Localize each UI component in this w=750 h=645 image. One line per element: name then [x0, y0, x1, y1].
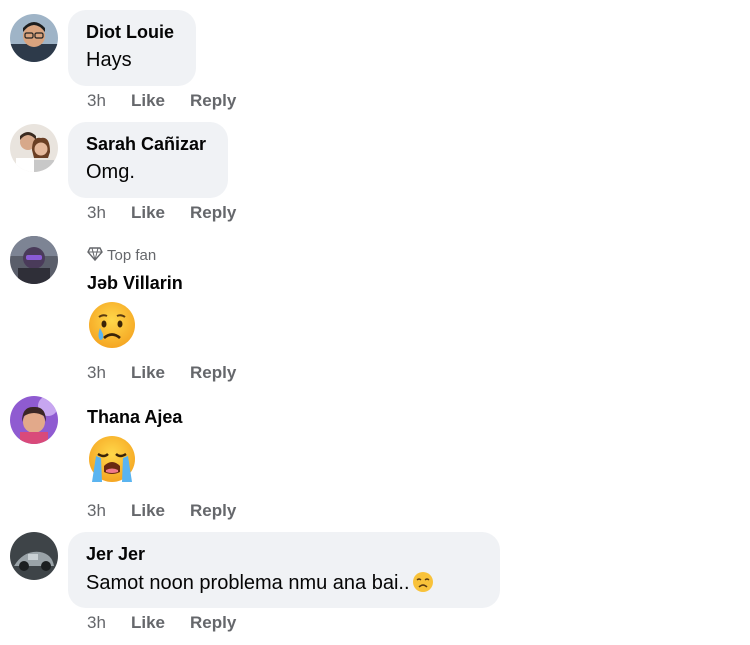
comment-bubble: Jer Jer Samot noon problema nmu ana bai.…: [68, 532, 500, 608]
reply-button[interactable]: Reply: [190, 613, 236, 633]
top-fan-badge: Top fan: [87, 246, 156, 264]
avatar[interactable]: [10, 124, 58, 172]
comment-text: Omg.: [86, 161, 135, 183]
avatar[interactable]: [10, 14, 58, 62]
commenter-name[interactable]: Jəb Villarin: [87, 273, 183, 294]
avatar[interactable]: [10, 236, 58, 284]
crying-face-emoji: [89, 302, 135, 348]
avatar[interactable]: [10, 532, 58, 580]
comment-header: Jəb Villarin: [87, 273, 183, 294]
comment-text: Samot noon problema nmu ana bai..: [86, 571, 434, 595]
comment-bubble: Diot Louie Hays: [68, 10, 196, 86]
avatar-image: [10, 14, 58, 62]
reply-button[interactable]: Reply: [190, 363, 236, 383]
loudly-crying-face-emoji: [89, 436, 135, 482]
avatar-image: [10, 396, 58, 444]
weary-face-emoji: [412, 572, 433, 592]
comment-item: Thana Ajea 3h Like Reply: [0, 384, 750, 522]
comment-item: Jer Jer Samot noon problema nmu ana bai.…: [0, 522, 750, 645]
avatar-image: [10, 236, 58, 284]
like-button[interactable]: Like: [131, 91, 165, 111]
like-button[interactable]: Like: [131, 363, 165, 383]
comment-timestamp[interactable]: 3h: [87, 363, 106, 383]
comment-item: Top fan Jəb Villarin 3h Like Reply: [0, 224, 750, 384]
comment-bubble: Sarah Cañizar Omg.: [68, 122, 228, 198]
comment-timestamp[interactable]: 3h: [87, 203, 106, 223]
comment-timestamp[interactable]: 3h: [87, 613, 106, 633]
avatar[interactable]: [10, 396, 58, 444]
comment-timestamp[interactable]: 3h: [87, 91, 106, 111]
reply-button[interactable]: Reply: [190, 501, 236, 521]
comment-timestamp[interactable]: 3h: [87, 501, 106, 521]
comment-item: Diot Louie Hays 3h Like Reply: [0, 0, 750, 112]
like-button[interactable]: Like: [131, 613, 165, 633]
commenter-name[interactable]: Sarah Cañizar: [86, 134, 206, 155]
commenter-name[interactable]: Thana Ajea: [87, 407, 182, 428]
avatar-image: [10, 532, 58, 580]
diamond-icon: [87, 247, 103, 262]
commenter-name[interactable]: Jer Jer: [86, 544, 145, 565]
avatar-image: [10, 124, 58, 172]
comment-text-body: Samot noon problema nmu ana bai..: [86, 572, 410, 594]
like-button[interactable]: Like: [131, 203, 165, 223]
commenter-name[interactable]: Diot Louie: [86, 22, 174, 43]
reply-button[interactable]: Reply: [190, 203, 236, 223]
like-button[interactable]: Like: [131, 501, 165, 521]
top-fan-label: Top fan: [107, 247, 157, 264]
comment-header: Thana Ajea: [87, 407, 182, 428]
reply-button[interactable]: Reply: [190, 91, 236, 111]
comment-item: Sarah Cañizar Omg. 3h Like Reply: [0, 112, 750, 224]
comment-text: Hays: [86, 49, 132, 71]
